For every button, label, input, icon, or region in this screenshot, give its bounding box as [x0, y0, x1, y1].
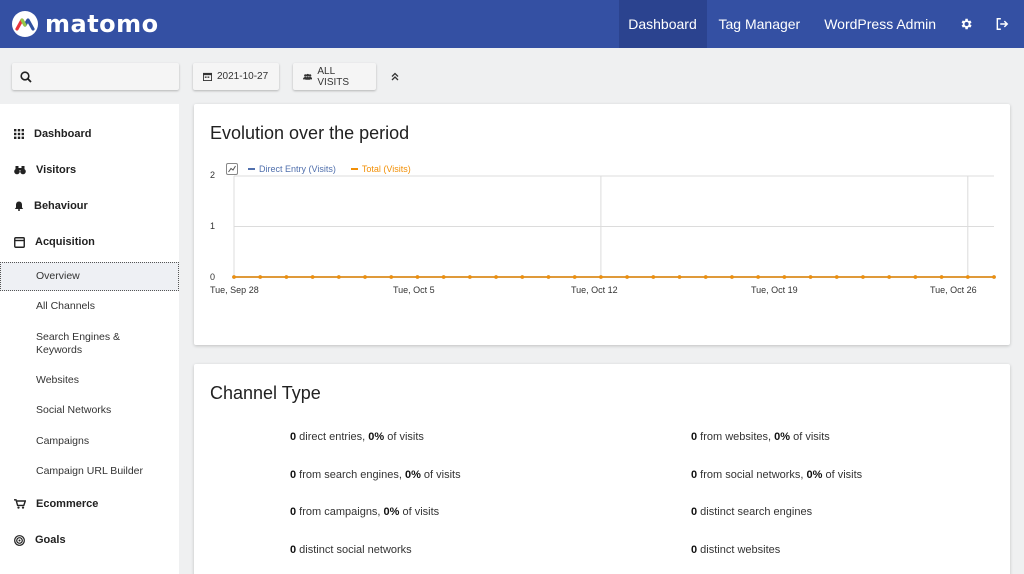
window-icon: [14, 236, 25, 248]
sidebar-item-label: Visitors: [36, 164, 77, 176]
sidebar-item-visitors[interactable]: Visitors: [14, 160, 76, 180]
data-point: [310, 275, 315, 279]
cart-icon: [14, 499, 26, 509]
top-navigation-bar: matomo Dashboard Tag Manager WordPress A…: [0, 0, 1024, 48]
date-picker-button[interactable]: 2021-10-27: [193, 63, 279, 90]
data-point: [441, 275, 446, 279]
sidebar-subitem-websites[interactable]: Websites: [36, 374, 79, 387]
y-tick-label: 2: [209, 170, 215, 180]
stat-social-networks: 0 from social networks, 0% of visits: [691, 469, 863, 481]
calendar-icon: [203, 72, 212, 81]
binoculars-icon: [14, 166, 26, 175]
y-tick-label: 0: [209, 272, 215, 282]
stat-campaigns: 0 from campaigns, 0% of visits: [290, 506, 440, 518]
data-point: [703, 275, 708, 279]
sidebar-subitem-campaigns[interactable]: Campaigns: [36, 435, 89, 448]
data-point: [651, 275, 656, 279]
matomo-logo[interactable]: matomo: [12, 10, 159, 38]
data-point: [808, 275, 813, 279]
stat-distinct-social-networks: 0 distinct social networks: [290, 544, 412, 556]
sidebar-subitem-social-networks[interactable]: Social Networks: [36, 404, 111, 417]
search-icon: [20, 70, 32, 83]
x-tick-label: Tue, Sep 28: [210, 285, 259, 295]
sidebar-item-label: Ecommerce: [36, 498, 99, 510]
data-point: [337, 275, 341, 279]
sidebar-item-acquisition[interactable]: Acquisition: [14, 232, 95, 252]
data-point: [782, 275, 787, 279]
x-tick-label: Tue, Oct 5: [393, 285, 435, 295]
double-chevron-up-icon: [391, 72, 399, 80]
data-point: [572, 275, 577, 279]
segment-label: ALL VISITS: [317, 65, 350, 88]
nav-dashboard[interactable]: Dashboard: [618, 0, 707, 48]
sidebar-item-goals[interactable]: Goals: [14, 530, 66, 550]
users-icon: [303, 73, 313, 80]
data-point: [546, 275, 551, 279]
logo-text: matomo: [45, 10, 159, 38]
stat-distinct-websites: 0 distinct websites: [691, 544, 781, 556]
data-point: [834, 275, 839, 279]
data-point: [494, 275, 498, 279]
data-point: [965, 275, 970, 279]
stat-search-engines: 0 from search engines, 0% of visits: [290, 469, 461, 481]
search-input[interactable]: [38, 69, 168, 84]
sidebar-subitem-search-engines[interactable]: Search Engines & Keywords: [36, 331, 132, 357]
search-box[interactable]: [12, 63, 179, 90]
x-tick-label: Tue, Oct 26: [930, 285, 977, 295]
grid-icon: [14, 129, 24, 139]
data-point: [913, 275, 918, 279]
y-tick-label: 1: [209, 221, 215, 231]
data-point: [756, 275, 760, 279]
data-point: [232, 275, 236, 279]
nav-wordpress-admin[interactable]: WordPress Admin: [812, 0, 948, 48]
data-point: [861, 275, 865, 279]
data-point: [468, 275, 472, 279]
stat-direct-entries: 0 direct entries, 0% of visits: [290, 431, 424, 443]
channel-type-title: Channel Type: [210, 383, 321, 403]
data-point: [887, 275, 891, 279]
sidebar-subitem-all-channels[interactable]: All Channels: [36, 300, 95, 313]
stat-distinct-search-engines: 0 distinct search engines: [691, 506, 813, 518]
segment-selector-button[interactable]: ALL VISITS: [293, 63, 376, 90]
sidebar-item-dashboard[interactable]: Dashboard: [14, 124, 91, 144]
matomo-logo-icon: [12, 11, 38, 37]
sidebar-item-ecommerce[interactable]: Ecommerce: [14, 494, 98, 514]
sidebar-item-behaviour[interactable]: Behaviour: [14, 196, 88, 216]
top-nav-menu: Dashboard Tag Manager WordPress Admin: [618, 0, 1024, 48]
gear-icon: [961, 18, 972, 30]
data-point: [625, 275, 629, 279]
data-point: [939, 275, 944, 279]
bell-icon: [14, 201, 24, 211]
sidebar-subitem-campaign-url-builder[interactable]: Campaign URL Builder: [36, 465, 143, 478]
x-tick-label: Tue, Oct 12: [571, 285, 618, 295]
evolution-title: Evolution over the period: [210, 123, 410, 143]
data-point: [363, 275, 367, 279]
sidebar-subitem-overview[interactable]: Overview: [0, 262, 179, 291]
data-point: [520, 275, 525, 279]
settings-button[interactable]: [948, 0, 984, 48]
data-point: [258, 275, 263, 279]
sidebar-item-label: Acquisition: [35, 236, 95, 248]
data-point: [730, 275, 734, 279]
logout-button[interactable]: [984, 0, 1020, 48]
evolution-line-chart: [232, 175, 996, 279]
x-tick-label: Tue, Oct 19: [751, 285, 798, 295]
data-point: [992, 275, 996, 279]
sidebar-item-label: Behaviour: [34, 200, 88, 212]
data-point: [599, 275, 603, 279]
data-point: [677, 275, 682, 279]
sidebar-item-label: Goals: [35, 534, 66, 546]
date-label: 2021-10-27: [217, 71, 269, 82]
target-icon: [14, 534, 25, 546]
data-point: [284, 275, 289, 279]
sidebar: Dashboard Visitors Behaviour Acquisition…: [0, 104, 179, 574]
data-point: [389, 275, 394, 279]
data-point: [415, 275, 420, 279]
logout-icon: [996, 18, 1009, 30]
collapse-toolbar-button[interactable]: [386, 67, 404, 85]
stat-websites: 0 from websites, 0% of visits: [691, 431, 830, 443]
nav-tag-manager[interactable]: Tag Manager: [707, 0, 813, 48]
sidebar-item-label: Dashboard: [34, 128, 92, 140]
